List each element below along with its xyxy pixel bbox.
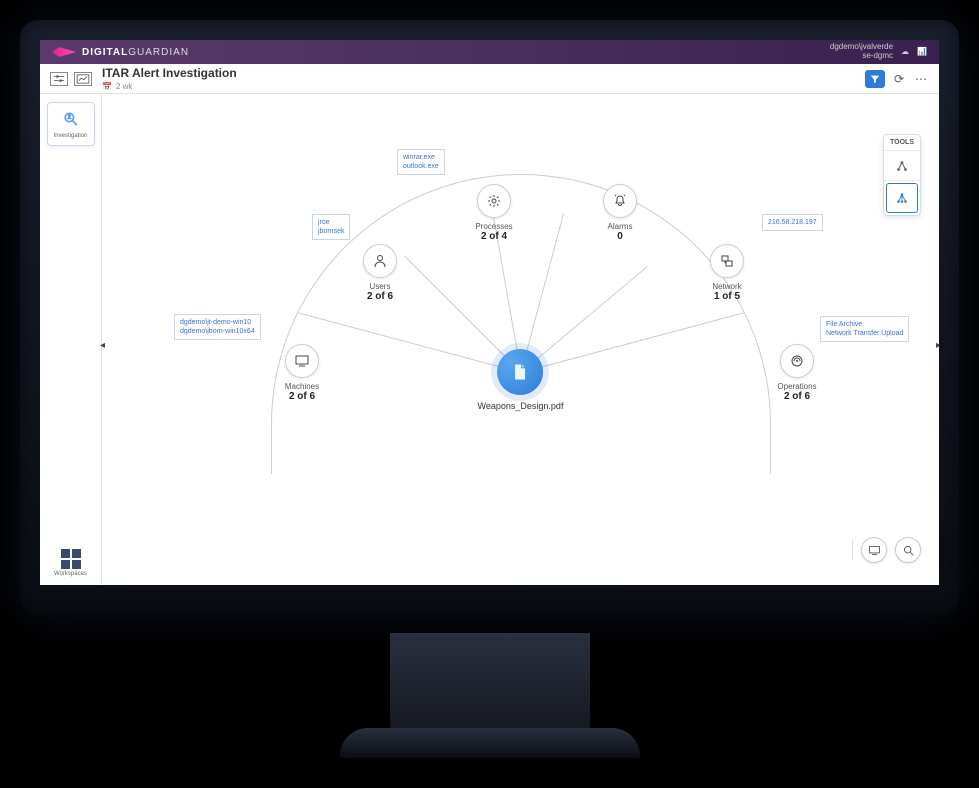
divider [852,540,853,560]
tools-title: TOOLS [884,135,920,151]
callout-machines[interactable]: dgdemo\jt-demo-win10dgdemo\jborn-win10x6… [174,314,261,340]
center-node[interactable]: Weapons_Design.pdf [478,349,564,411]
node-machines[interactable]: Machines 2 of 6 [272,344,332,402]
node-alarms[interactable]: Alarms 0 [590,184,650,242]
node-count: 1 of 5 [697,291,757,302]
mini-machine-button[interactable] [861,537,887,563]
callout-processes[interactable]: winrar.exeoutlook.exe [397,149,445,175]
tool-hierarchy[interactable] [884,151,920,181]
node-network[interactable]: Network 1 of 5 [697,244,757,302]
sidebar-item-investigation[interactable]: Investigation [47,102,95,146]
node-label: Network [697,282,757,291]
investigation-icon [60,109,82,131]
page-title: ITAR Alert Investigation [102,66,237,80]
center-label: Weapons_Design.pdf [478,401,564,411]
chart-view-icon[interactable] [74,72,92,86]
left-rail: Investigation Workspaces [40,94,102,585]
node-operations[interactable]: Operations 2 of 6 [767,344,827,402]
settings-toggle-icon[interactable] [50,72,68,86]
graph-canvas[interactable]: ◂ ▸ TOOLS [102,94,939,585]
logo-icon [52,47,76,57]
workspaces-icon [61,549,81,569]
user-icon [363,244,397,278]
node-count: 2 of 6 [272,391,332,402]
mini-toolbar [852,537,921,563]
monitor-stand [390,633,590,733]
callout-operations[interactable]: File ArchiveNetwork Transfer Upload [820,316,909,342]
user-tenant: se-dgmc [830,52,893,61]
collapse-right-icon[interactable]: ▸ [936,340,939,351]
monitor-base [340,728,640,758]
collapse-left-icon[interactable]: ◂ [100,340,105,351]
logo-text: DIGITALGUARDIAN [82,47,189,58]
brand-name-1: DIGITAL [82,47,128,58]
node-count: 0 [590,231,650,242]
page-header: ITAR Alert Investigation 📅 2 wk ⟳ ⋯ [40,64,939,94]
sidebar-item-label: Investigation [50,133,92,139]
node-count: 2 of 6 [350,291,410,302]
tool-radial[interactable] [886,183,918,213]
mini-search-button[interactable] [895,537,921,563]
node-processes[interactable]: Processes 2 of 4 [464,184,524,242]
filter-button[interactable] [865,70,885,88]
gear-icon [477,184,511,218]
document-icon [498,349,544,395]
callout-network[interactable]: 216.58.218.197 [762,214,823,231]
operations-icon [780,344,814,378]
node-count: 2 of 4 [464,231,524,242]
cloud-icon: ☁ [901,48,909,57]
node-label: Processes [464,222,524,231]
node-users[interactable]: Users 2 of 6 [350,244,410,302]
refresh-button[interactable]: ⟳ [891,71,907,87]
bell-icon [603,184,637,218]
brand-name-2: GUARDIAN [128,47,189,58]
callout-users[interactable]: jroejbornsek [312,214,350,240]
node-label: Operations [767,382,827,391]
date-range[interactable]: 📅 2 wk [102,82,237,91]
logo: DIGITALGUARDIAN [52,47,189,58]
workspaces-label: Workspaces [54,571,87,577]
workspaces-button[interactable]: Workspaces [54,549,87,577]
monitor-frame: DIGITALGUARDIAN dgdemo\jvalverde se-dgmc… [20,20,959,615]
network-icon [710,244,744,278]
machine-icon [285,344,319,378]
main-area: Investigation Workspaces ◂ ▸ TOOLS [40,94,939,585]
node-count: 2 of 6 [767,391,827,402]
more-button[interactable]: ⋯ [913,71,929,87]
tools-panel: TOOLS [883,134,921,216]
brand-bar: DIGITALGUARDIAN dgdemo\jvalverde se-dgmc… [40,40,939,64]
node-label: Machines [272,382,332,391]
user-area[interactable]: dgdemo\jvalverde se-dgmc ☁ 📊 [830,43,927,61]
node-label: Users [350,282,410,291]
chart-icon[interactable]: 📊 [917,48,927,57]
node-label: Alarms [590,222,650,231]
app-screen: DIGITALGUARDIAN dgdemo\jvalverde se-dgmc… [40,40,939,585]
calendar-icon: 📅 [102,82,112,91]
date-range-label: 2 wk [116,82,132,91]
